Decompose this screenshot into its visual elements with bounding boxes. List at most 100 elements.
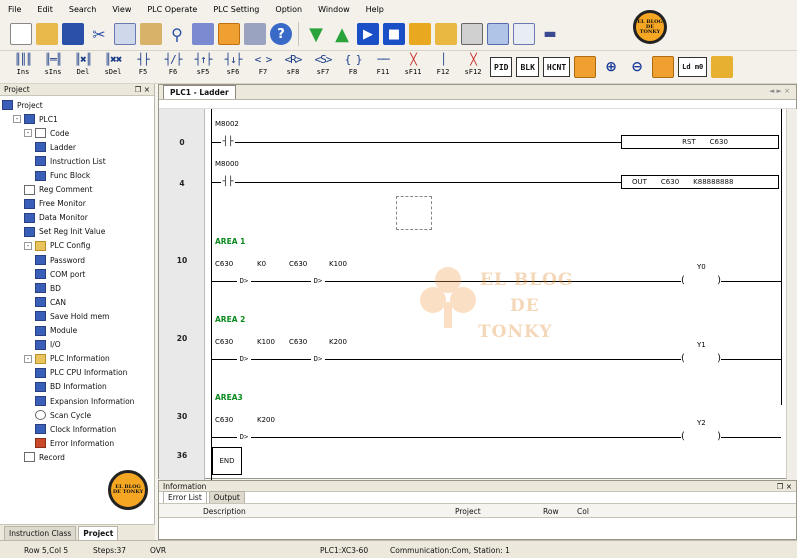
tree-item[interactable]: Clock Information: [0, 422, 154, 436]
menu-file[interactable]: File: [8, 5, 21, 14]
horizontal-line-button[interactable]: ── F11: [370, 52, 396, 82]
menu-option[interactable]: Option: [275, 5, 302, 14]
ladder-view-icon[interactable]: [218, 23, 240, 45]
menu-plc-setting[interactable]: PLC Setting: [213, 5, 259, 14]
save-icon[interactable]: [62, 23, 84, 45]
tree-item[interactable]: Module: [0, 324, 154, 338]
collapse-icon[interactable]: -: [24, 354, 32, 363]
tree-item[interactable]: PLC CPU Information: [0, 366, 154, 380]
compare-contact[interactable]: D>: [237, 275, 251, 287]
new-file-icon[interactable]: [10, 23, 32, 45]
tree-item[interactable]: - PLC Information: [0, 352, 154, 366]
compare-contact[interactable]: D>: [311, 275, 325, 287]
normally-closed-contact-button[interactable]: ┤/├ F6: [160, 52, 186, 82]
tab-plc1-ladder[interactable]: PLC1 - Ladder: [163, 85, 236, 99]
menu-window[interactable]: Window: [318, 5, 350, 14]
output-coil[interactable]: (): [681, 353, 721, 365]
insert-column-button[interactable]: ║═║ sIns: [40, 52, 66, 82]
delete-column-button[interactable]: ║✖✖ sDel: [100, 52, 126, 82]
ladder-diagram[interactable]: 0 4 10 20 30 36 M8002 ┤├ RST C630 M8000 ┤├ OUT C630 K8…: [159, 109, 797, 480]
tree-item[interactable]: Scan Cycle: [0, 408, 154, 422]
menu-search[interactable]: Search: [69, 5, 96, 14]
paste-icon[interactable]: [140, 23, 162, 45]
tree-item[interactable]: CAN: [0, 295, 154, 309]
collapse-icon[interactable]: -: [13, 115, 21, 124]
collapse-icon[interactable]: -: [24, 129, 32, 138]
tree-item[interactable]: Record: [0, 450, 154, 464]
set-coil-button[interactable]: <S> sF7: [310, 52, 336, 82]
comm-icon[interactable]: ▬: [539, 23, 561, 45]
copy-icon[interactable]: [114, 23, 136, 45]
insert-row-button[interactable]: ║║║ Ins: [10, 52, 36, 82]
menu-view[interactable]: View: [112, 5, 131, 14]
column-project[interactable]: Project: [455, 507, 481, 516]
tree-item[interactable]: COM port: [0, 267, 154, 281]
delete-row-button[interactable]: ║✖║ Del: [70, 52, 96, 82]
compare-contact[interactable]: D>: [311, 353, 325, 365]
tab-instruction-class[interactable]: Instruction Class: [4, 526, 77, 540]
convert-icon[interactable]: [711, 56, 734, 78]
menu-help[interactable]: Help: [366, 5, 384, 14]
help-icon[interactable]: ?: [270, 23, 292, 45]
selection-cursor[interactable]: [396, 196, 432, 230]
tree-item[interactable]: Ladder: [0, 140, 154, 154]
tab-output[interactable]: Output: [208, 491, 245, 503]
ld-m0-button[interactable]: Ld m0: [678, 57, 708, 77]
menu-plc-operate[interactable]: PLC Operate: [147, 5, 197, 14]
replace-icon[interactable]: [192, 23, 214, 45]
zoom-out-icon[interactable]: ⊖: [626, 56, 648, 78]
window-icon[interactable]: [487, 23, 509, 45]
pid-button[interactable]: PID: [490, 57, 513, 77]
stop-icon[interactable]: ■: [383, 23, 405, 45]
end-instruction[interactable]: END: [212, 447, 242, 475]
download-icon[interactable]: ▼: [305, 23, 327, 45]
tree-item[interactable]: Func Block: [0, 168, 154, 182]
collapse-icon[interactable]: -: [24, 241, 32, 250]
column-row[interactable]: Row: [543, 507, 559, 516]
ladder-mode-icon[interactable]: [574, 56, 597, 78]
rst-instruction-box[interactable]: RST C630: [621, 135, 779, 149]
vertical-line-button[interactable]: │ F12: [430, 52, 456, 82]
tree-item[interactable]: Set Reg Init Value: [0, 225, 154, 239]
tree-item[interactable]: Expansion Information: [0, 394, 154, 408]
grid-icon[interactable]: [461, 23, 483, 45]
output-coil[interactable]: (): [681, 431, 721, 443]
tab-error-list[interactable]: Error List: [163, 491, 207, 503]
tree-item[interactable]: Free Monitor: [0, 197, 154, 211]
falling-edge-button[interactable]: ┤↓├ sF6: [220, 52, 246, 82]
tree-item[interactable]: Save Hold mem: [0, 309, 154, 323]
tree-item[interactable]: - PLC Config: [0, 239, 154, 253]
output-coil[interactable]: (): [681, 275, 721, 287]
comment-icon[interactable]: [652, 56, 675, 78]
tree-item[interactable]: BD: [0, 281, 154, 295]
hcnt-button[interactable]: HCNT: [542, 57, 571, 77]
unlock-icon[interactable]: [435, 23, 457, 45]
tree-item[interactable]: - PLC1: [0, 112, 154, 126]
lock-icon[interactable]: [409, 23, 431, 45]
open-folder-icon[interactable]: [36, 23, 58, 45]
instruction-button[interactable]: { } F8: [340, 52, 366, 82]
out-instruction-box[interactable]: OUT C630 K88888888: [621, 175, 779, 189]
normally-open-contact[interactable]: ┤├: [221, 176, 235, 188]
cut-icon[interactable]: ✂: [88, 23, 110, 45]
column-col[interactable]: Col: [577, 507, 589, 516]
tree-item[interactable]: I/O: [0, 338, 154, 352]
tree-item[interactable]: Reg Comment: [0, 183, 154, 197]
rising-edge-button[interactable]: ┤↑├ sF5: [190, 52, 216, 82]
delete-horizontal-line-button[interactable]: ╳ sF11: [400, 52, 426, 82]
menu-edit[interactable]: Edit: [37, 5, 53, 14]
tree-item[interactable]: BD Information: [0, 380, 154, 394]
run-icon[interactable]: ▶: [357, 23, 379, 45]
reset-coil-button[interactable]: <R> sF8: [280, 52, 306, 82]
coil-button[interactable]: < > F7: [250, 52, 276, 82]
editor-tab-controls[interactable]: ◄ ► ×: [769, 87, 790, 95]
tab-project[interactable]: Project: [78, 526, 119, 540]
print-icon[interactable]: [244, 23, 266, 45]
tree-item[interactable]: Error Information: [0, 436, 154, 450]
zoom-in-icon[interactable]: ⊕: [600, 56, 622, 78]
info-pin-close-icon[interactable]: ❐ ×: [777, 482, 792, 491]
tree-item[interactable]: - Code: [0, 126, 154, 140]
normally-open-contact[interactable]: ┤├: [221, 136, 235, 148]
normally-open-contact-button[interactable]: ┤├ F5: [130, 52, 156, 82]
tree-item[interactable]: Instruction List: [0, 154, 154, 168]
